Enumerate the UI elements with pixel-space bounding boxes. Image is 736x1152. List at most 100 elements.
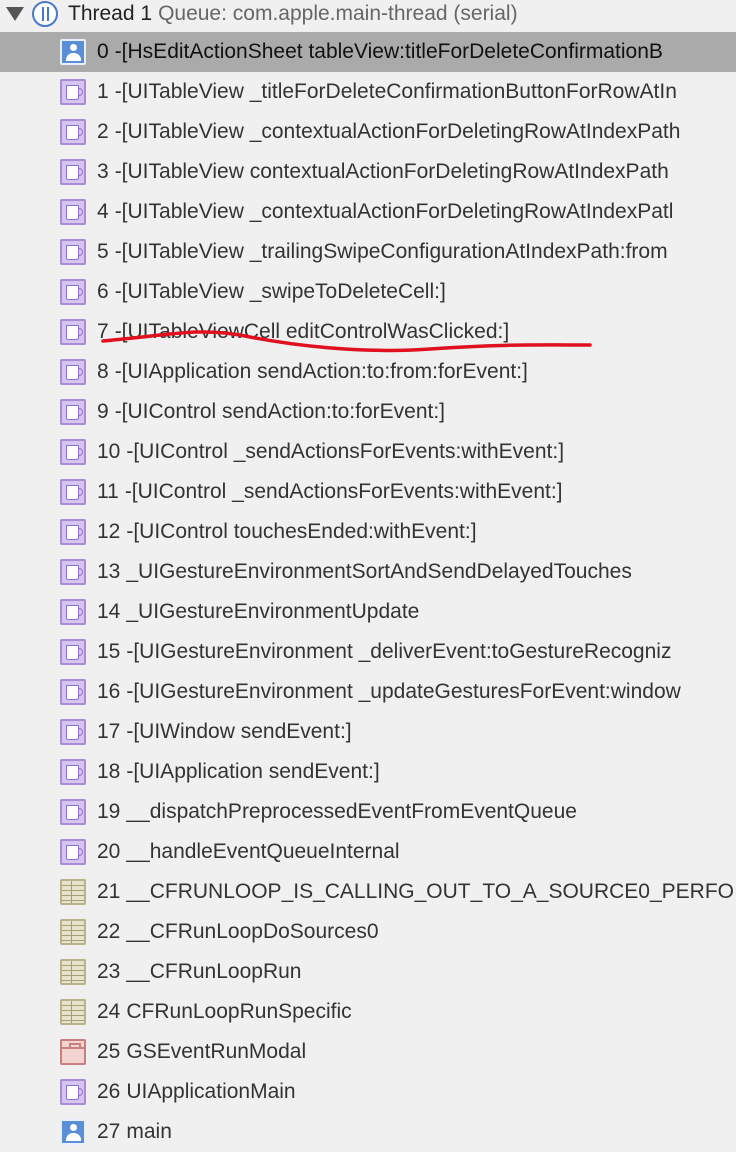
frame-symbol: -[UITableView _titleForDeleteConfirmatio… <box>114 80 677 103</box>
thread-icon <box>32 1 58 27</box>
frame-symbol: -[UITableView _swipeToDeleteCell:] <box>114 280 446 303</box>
framework-icon <box>60 239 86 265</box>
frame-symbol: -[UIWindow sendEvent:] <box>126 720 352 743</box>
frame-symbol: -[UIApplication sendEvent:] <box>126 760 380 783</box>
frame-symbol: -[UIApplication sendAction:to:from:forEv… <box>114 360 528 383</box>
framework-icon <box>60 399 86 425</box>
stack-frame-row[interactable]: 20 __handleEventQueueInternal <box>0 832 736 872</box>
stack-frame-row[interactable]: 22 __CFRunLoopDoSources0 <box>0 912 736 952</box>
frame-symbol: __handleEventQueueInternal <box>126 840 400 863</box>
frame-number: 20 <box>97 840 121 863</box>
stack-frame-row[interactable]: 18 -[UIApplication sendEvent:] <box>0 752 736 792</box>
frame-number: 21 <box>97 880 121 903</box>
framework-icon <box>60 199 86 225</box>
framework-icon <box>60 119 86 145</box>
frame-symbol: main <box>126 1120 172 1143</box>
frame-number: 9 <box>97 400 109 423</box>
frame-symbol: -[UIControl _sendActionsForEvents:withEv… <box>126 440 565 463</box>
frame-symbol: -[UIControl touchesEnded:withEvent:] <box>126 520 477 543</box>
frame-number: 5 <box>97 240 109 263</box>
stack-frame-row[interactable]: 24 CFRunLoopRunSpecific <box>0 992 736 1032</box>
stack-frame-list: 0 -[HsEditActionSheet tableView:titleForD… <box>0 32 736 1152</box>
frame-number: 11 <box>97 480 119 503</box>
frame-number: 10 <box>97 440 121 463</box>
framework-icon <box>60 159 86 185</box>
stack-frame-row[interactable]: 3 -[UITableView contextualActionForDeleti… <box>0 152 736 192</box>
frame-number: 17 <box>97 720 121 743</box>
frame-number: 19 <box>97 800 121 823</box>
frame-number: 12 <box>97 520 121 543</box>
stack-frame-row[interactable]: 0 -[HsEditActionSheet tableView:titleForD… <box>0 32 736 72</box>
stack-frame-row[interactable]: 21 __CFRUNLOOP_IS_CALLING_OUT_TO_A_SOURCE… <box>0 872 736 912</box>
stack-frame-row[interactable]: 5 -[UITableView _trailingSwipeConfigurati… <box>0 232 736 272</box>
frame-number: 1 <box>97 80 109 103</box>
stack-frame-row[interactable]: 15 -[UIGestureEnvironment _deliverEvent:t… <box>0 632 736 672</box>
stack-frame-row[interactable]: 8 -[UIApplication sendAction:to:from:forE… <box>0 352 736 392</box>
frame-number: 22 <box>97 920 121 943</box>
frame-symbol: __CFRUNLOOP_IS_CALLING_OUT_TO_A_SOURCE0_… <box>126 880 735 903</box>
stack-frame-row[interactable]: 11 -[UIControl _sendActionsForEvents:with… <box>0 472 736 512</box>
framework-icon <box>60 759 86 785</box>
stack-frame-row[interactable]: 27 main <box>0 1112 736 1152</box>
frame-number: 24 <box>97 1000 121 1023</box>
stack-frame-row[interactable]: 25 GSEventRunModal <box>0 1032 736 1072</box>
frame-symbol: _UIGestureEnvironmentSortAndSendDelayedT… <box>126 560 632 583</box>
frame-symbol: __CFRunLoopRun <box>126 960 302 983</box>
frame-symbol: -[UIGestureEnvironment _updateGesturesFo… <box>126 680 681 703</box>
frame-number: 26 <box>97 1080 121 1103</box>
framework-icon <box>60 599 86 625</box>
user-icon <box>60 1119 86 1145</box>
thread-header[interactable]: Thread 1 Queue: com.apple.main-thread (s… <box>0 0 736 28</box>
disclosure-triangle-icon[interactable] <box>6 7 24 21</box>
framework-icon <box>60 279 86 305</box>
frame-symbol: -[HsEditActionSheet tableView:titleForDe… <box>114 40 663 63</box>
frame-symbol: -[UITableView contextualActionForDeletin… <box>114 160 669 183</box>
stack-frame-row[interactable]: 9 -[UIControl sendAction:to:forEvent:] <box>0 392 736 432</box>
frame-number: 18 <box>97 760 121 783</box>
frame-number: 8 <box>97 360 109 383</box>
library-icon <box>60 879 86 905</box>
library-icon <box>60 919 86 945</box>
frame-number: 25 <box>97 1040 121 1063</box>
frame-number: 16 <box>97 680 121 703</box>
frame-symbol: -[UIControl _sendActionsForEvents:withEv… <box>124 480 563 503</box>
stack-frame-row[interactable]: 10 -[UIControl _sendActionsForEvents:with… <box>0 432 736 472</box>
stack-frame-row[interactable]: 23 __CFRunLoopRun <box>0 952 736 992</box>
framework-icon <box>60 319 86 345</box>
stack-frame-row[interactable]: 1 -[UITableView _titleForDeleteConfirmati… <box>0 72 736 112</box>
framework-icon <box>60 359 86 385</box>
framework-icon <box>60 639 86 665</box>
system-icon <box>60 1039 86 1065</box>
framework-icon <box>60 79 86 105</box>
stack-frame-row[interactable]: 4 -[UITableView _contextualActionForDelet… <box>0 192 736 232</box>
frame-number: 27 <box>97 1120 121 1143</box>
frame-number: 0 <box>97 40 109 63</box>
stack-frame-row[interactable]: 16 -[UIGestureEnvironment _updateGestures… <box>0 672 736 712</box>
frame-symbol: _UIGestureEnvironmentUpdate <box>126 600 420 623</box>
library-icon <box>60 959 86 985</box>
frame-symbol: -[UITableView _contextualActionForDeleti… <box>114 120 681 143</box>
frame-number: 3 <box>97 160 109 183</box>
stack-frame-row[interactable]: 14 _UIGestureEnvironmentUpdate <box>0 592 736 632</box>
frame-symbol: CFRunLoopRunSpecific <box>126 1000 352 1023</box>
frame-symbol: UIApplicationMain <box>126 1080 296 1103</box>
frame-symbol: __CFRunLoopDoSources0 <box>126 920 379 943</box>
stack-frame-row[interactable]: 13 _UIGestureEnvironmentSortAndSendDelaye… <box>0 552 736 592</box>
stack-frame-row[interactable]: 19 __dispatchPreprocessedEventFromEventQu… <box>0 792 736 832</box>
thread-queue: Queue: com.apple.main-thread (serial) <box>158 2 518 25</box>
stack-frame-row[interactable]: 7 -[UITableViewCell editControlWasClicked… <box>0 312 736 352</box>
frame-symbol: -[UITableView _trailingSwipeConfiguratio… <box>114 240 668 263</box>
framework-icon <box>60 799 86 825</box>
thread-name: Thread 1 <box>68 2 153 25</box>
stack-frame-row[interactable]: 26 UIApplicationMain <box>0 1072 736 1112</box>
framework-icon <box>60 479 86 505</box>
stack-frame-row[interactable]: 17 -[UIWindow sendEvent:] <box>0 712 736 752</box>
stack-frame-row[interactable]: 6 -[UITableView _swipeToDeleteCell:] <box>0 272 736 312</box>
stack-frame-row[interactable]: 2 -[UITableView _contextualActionForDelet… <box>0 112 736 152</box>
stack-frame-row[interactable]: 12 -[UIControl touchesEnded:withEvent:] <box>0 512 736 552</box>
framework-icon <box>60 719 86 745</box>
frame-number: 14 <box>97 600 121 623</box>
frame-number: 23 <box>97 960 121 983</box>
frame-symbol: -[UIGestureEnvironment _deliverEvent:toG… <box>126 640 672 663</box>
frame-symbol: GSEventRunModal <box>126 1040 307 1063</box>
